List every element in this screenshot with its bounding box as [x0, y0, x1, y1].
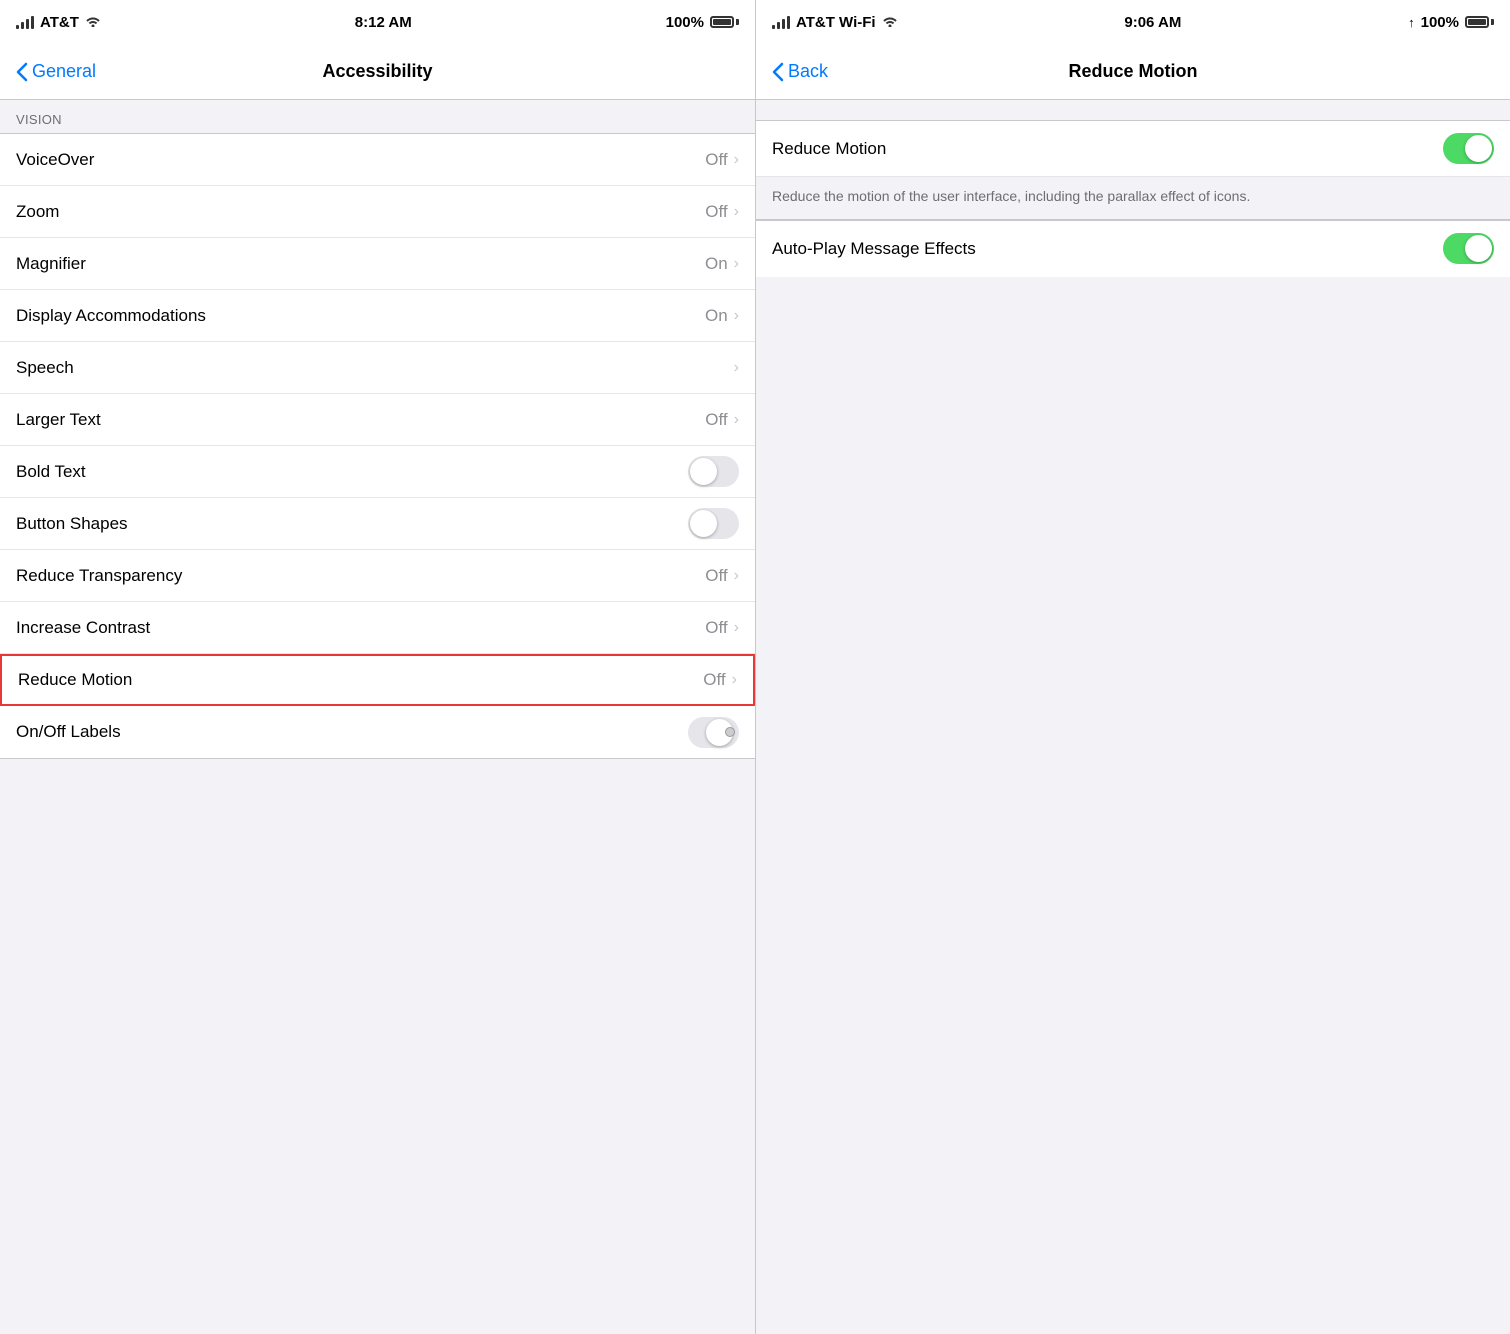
right-back-button[interactable]: Back	[772, 61, 828, 82]
chevron-icon: ›	[734, 411, 739, 429]
location-icon: ↑	[1408, 15, 1415, 30]
zoom-row[interactable]: Zoom Off ›	[0, 186, 755, 238]
reduce-motion-toggle-label: Reduce Motion	[772, 139, 886, 159]
display-accommodations-label: Display Accommodations	[16, 306, 206, 326]
right-page-title: Reduce Motion	[1069, 61, 1198, 82]
increase-contrast-label: Increase Contrast	[16, 618, 150, 638]
wifi-icon	[85, 14, 101, 30]
zoom-value: Off ›	[705, 202, 739, 222]
chevron-icon: ›	[734, 567, 739, 585]
increase-contrast-row[interactable]: Increase Contrast Off ›	[0, 602, 755, 654]
battery-icon	[710, 16, 739, 28]
voiceover-row[interactable]: VoiceOver Off ›	[0, 134, 755, 186]
speech-row[interactable]: Speech ›	[0, 342, 755, 394]
back-label: General	[32, 61, 96, 82]
speech-label: Speech	[16, 358, 74, 378]
larger-text-label: Larger Text	[16, 410, 101, 430]
signal-icon	[16, 15, 34, 29]
on-off-labels-row[interactable]: On/Off Labels	[0, 706, 755, 758]
left-status-bar: AT&T 8:12 AM 100%	[0, 0, 755, 44]
bold-text-row[interactable]: Bold Text	[0, 446, 755, 498]
right-section-1: Reduce Motion	[756, 120, 1510, 177]
right-status-bar: AT&T Wi-Fi 9:06 AM ↑ 100%	[756, 0, 1510, 44]
display-accommodations-value: On ›	[705, 306, 739, 326]
status-left: AT&T	[16, 14, 101, 31]
time-label-right: 9:06 AM	[1124, 14, 1181, 31]
reduce-motion-toggle[interactable]	[1443, 133, 1494, 164]
description-text: Reduce the motion of the user interface,…	[772, 188, 1250, 204]
button-shapes-toggle[interactable]	[688, 508, 739, 539]
left-panel: AT&T 8:12 AM 100% General Accessibility …	[0, 0, 755, 1334]
reduce-motion-label: Reduce Motion	[18, 670, 132, 690]
status-right: 100%	[666, 14, 739, 31]
chevron-icon: ›	[734, 151, 739, 169]
battery-percent: 100%	[666, 14, 704, 31]
back-button[interactable]: General	[16, 61, 96, 82]
right-nav-bar: Back Reduce Motion	[756, 44, 1510, 100]
larger-text-row[interactable]: Larger Text Off ›	[0, 394, 755, 446]
chevron-icon: ›	[734, 359, 739, 377]
larger-text-value: Off ›	[705, 410, 739, 430]
zoom-label: Zoom	[16, 202, 59, 222]
on-off-labels-toggle[interactable]	[688, 717, 739, 748]
battery-icon-right	[1465, 16, 1494, 28]
status-right-right: ↑ 100%	[1408, 14, 1494, 31]
button-shapes-label: Button Shapes	[16, 514, 128, 534]
reduce-transparency-row[interactable]: Reduce Transparency Off ›	[0, 550, 755, 602]
increase-contrast-value: Off ›	[705, 618, 739, 638]
signal-icon-right	[772, 15, 790, 29]
chevron-icon: ›	[734, 307, 739, 325]
carrier-label-right: AT&T Wi-Fi	[796, 14, 876, 31]
reduce-motion-toggle-row[interactable]: Reduce Motion	[756, 121, 1510, 177]
reduce-transparency-label: Reduce Transparency	[16, 566, 182, 586]
right-section-2: Auto-Play Message Effects	[756, 220, 1510, 277]
status-left-right: AT&T Wi-Fi	[772, 14, 898, 31]
magnifier-row[interactable]: Magnifier On ›	[0, 238, 755, 290]
auto-play-toggle[interactable]	[1443, 233, 1494, 264]
carrier-label: AT&T	[40, 14, 79, 31]
reduce-motion-row[interactable]: Reduce Motion Off ›	[0, 654, 755, 706]
speech-value: ›	[734, 359, 739, 377]
voiceover-label: VoiceOver	[16, 150, 94, 170]
magnifier-value: On ›	[705, 254, 739, 274]
time-label: 8:12 AM	[355, 14, 412, 31]
chevron-icon: ›	[734, 255, 739, 273]
battery-percent-right: 100%	[1421, 14, 1459, 31]
voiceover-value: Off ›	[705, 150, 739, 170]
settings-list: VoiceOver Off › Zoom Off › Magnifier On …	[0, 133, 755, 759]
reduce-motion-description: Reduce the motion of the user interface,…	[756, 177, 1510, 220]
chevron-icon: ›	[734, 619, 739, 637]
chevron-icon: ›	[732, 671, 737, 689]
on-off-labels-label: On/Off Labels	[16, 722, 121, 742]
bold-text-label: Bold Text	[16, 462, 86, 482]
vision-section-header: VISION	[0, 100, 755, 133]
display-accommodations-row[interactable]: Display Accommodations On ›	[0, 290, 755, 342]
chevron-icon: ›	[734, 203, 739, 221]
auto-play-toggle-row[interactable]: Auto-Play Message Effects	[756, 221, 1510, 277]
right-back-label: Back	[788, 61, 828, 82]
wifi-icon-right	[882, 14, 898, 30]
right-panel: AT&T Wi-Fi 9:06 AM ↑ 100% Back Reduce Mo…	[755, 0, 1510, 1334]
page-title: Accessibility	[322, 61, 432, 82]
auto-play-toggle-label: Auto-Play Message Effects	[772, 239, 976, 259]
magnifier-label: Magnifier	[16, 254, 86, 274]
reduce-motion-value: Off ›	[703, 670, 737, 690]
button-shapes-row[interactable]: Button Shapes	[0, 498, 755, 550]
reduce-transparency-value: Off ›	[705, 566, 739, 586]
left-nav-bar: General Accessibility	[0, 44, 755, 100]
bold-text-toggle[interactable]	[688, 456, 739, 487]
